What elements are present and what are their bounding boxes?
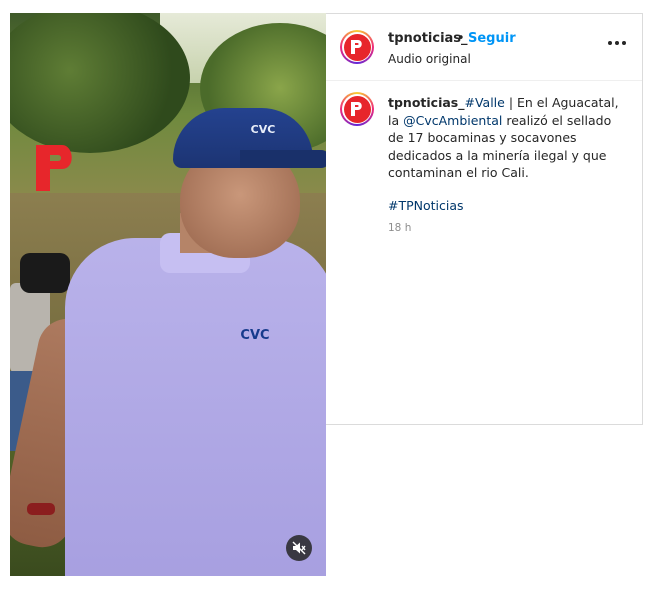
header-username[interactable]: tpnoticias_ bbox=[388, 31, 468, 46]
avatar-ring bbox=[342, 94, 372, 124]
instagram-post: CVC CVC tpnoticias_ • Seguir Audio origi… bbox=[10, 13, 643, 576]
tp-overlay-logo bbox=[36, 145, 72, 191]
post-timestamp[interactable]: 18 h bbox=[388, 222, 411, 234]
caption-text: tpnoticias_#Valle | En el Aguacatal, la … bbox=[388, 94, 628, 182]
hashtag-valle[interactable]: #Valle bbox=[465, 95, 505, 110]
caption-avatar[interactable] bbox=[340, 92, 374, 126]
shirt-logo: CVC bbox=[240, 328, 270, 343]
audio-label[interactable]: Audio original bbox=[388, 52, 471, 66]
avatar-ring bbox=[342, 32, 372, 62]
subject-cap-brim bbox=[240, 150, 326, 168]
subject-bracelet bbox=[27, 503, 55, 515]
post-header: tpnoticias_ • Seguir Audio original bbox=[326, 14, 642, 81]
mention-cvcambiental[interactable]: @CvcAmbiental bbox=[403, 113, 502, 128]
header-separator: • bbox=[457, 31, 465, 46]
post-video[interactable]: CVC CVC bbox=[10, 13, 326, 576]
account-avatar[interactable] bbox=[340, 30, 374, 64]
mute-button[interactable] bbox=[286, 535, 312, 561]
video-subject: CVC CVC bbox=[10, 88, 326, 576]
hashtag-tpnoticias[interactable]: #TPNoticias bbox=[388, 198, 464, 213]
cap-logo: CVC bbox=[250, 123, 276, 136]
subject-shirt bbox=[65, 238, 326, 576]
caption-username[interactable]: tpnoticias_ bbox=[388, 95, 465, 110]
tp-logo-icon bbox=[343, 33, 371, 61]
tp-letter-icon bbox=[351, 40, 362, 54]
camera-shape bbox=[20, 253, 70, 293]
more-dot bbox=[622, 41, 626, 45]
post-side-panel: tpnoticias_ • Seguir Audio original tpno… bbox=[326, 13, 643, 425]
tp-logo-icon bbox=[343, 95, 371, 123]
more-dot bbox=[608, 41, 612, 45]
more-dot bbox=[615, 41, 619, 45]
follow-button[interactable]: Seguir bbox=[468, 31, 516, 46]
more-options-icon[interactable] bbox=[606, 36, 628, 50]
speaker-muted-icon bbox=[292, 541, 306, 555]
tp-letter-icon bbox=[351, 102, 362, 116]
